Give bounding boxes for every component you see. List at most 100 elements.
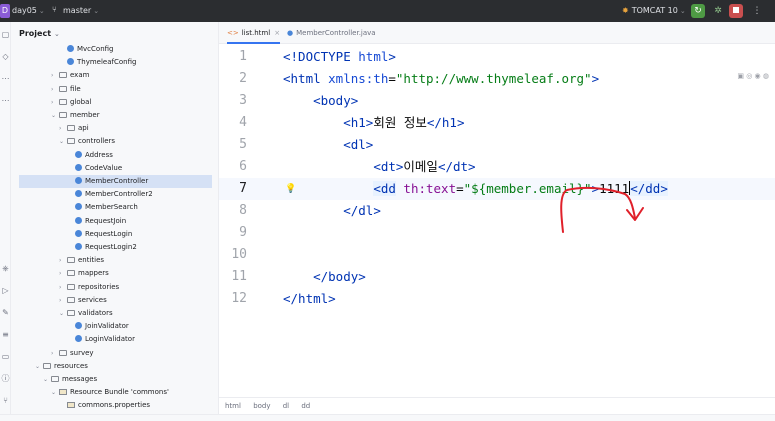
tree-item-label: Address	[85, 150, 113, 159]
vcs-branch[interactable]: master ⌄	[63, 6, 99, 15]
line-number[interactable]: 4	[219, 112, 247, 134]
stop-button[interactable]	[729, 4, 743, 18]
chevron-icon[interactable]: ›	[59, 254, 67, 267]
tree-item[interactable]: MvcConfig	[19, 43, 212, 56]
code-editor[interactable]: 1 2 3 4 5 6 7 8 9 10 11 12 💡 <!DOCTYPE html> <html …	[219, 44, 775, 397]
line-number[interactable]: 1	[219, 46, 247, 68]
more-actions-button[interactable]: ⋮	[750, 4, 764, 18]
line-number[interactable]: 7	[219, 178, 247, 200]
chevron-icon[interactable]: ⌄	[51, 386, 59, 399]
chevron-icon[interactable]: ⌄	[59, 135, 67, 148]
code-line-6[interactable]: <dt>이메일</dt>	[283, 156, 475, 178]
project-badge[interactable]: D	[0, 4, 10, 18]
layers-tool-icon[interactable]: ≡	[1, 330, 10, 339]
chevron-icon[interactable]: ›	[51, 69, 59, 82]
tree-item[interactable]: Address	[19, 149, 212, 162]
tree-item[interactable]: ⌄ member	[19, 109, 212, 122]
folder-icon	[67, 310, 75, 316]
structure-tool-icon[interactable]: ⋯	[1, 74, 10, 83]
code-line-1[interactable]: <!DOCTYPE html>	[283, 46, 396, 68]
code-line-5[interactable]: <dl>	[283, 134, 373, 156]
project-panel-title[interactable]: Project ⌄	[19, 29, 60, 38]
chevron-icon[interactable]: ⌄	[59, 307, 67, 320]
tree-item[interactable]: ⌄ messages	[19, 373, 212, 386]
tree-item[interactable]: › services	[19, 294, 212, 307]
breadcrumb: html body dl dd	[219, 397, 775, 414]
chevron-icon[interactable]: ›	[51, 347, 59, 360]
browser-preview-icons[interactable]: ▣ ◎ ◉ ◍	[737, 72, 769, 80]
code-line-7[interactable]: <dd th:text="${member.email}">1111</dd>	[283, 178, 668, 200]
chevron-icon[interactable]: ⌄	[35, 360, 43, 373]
code-line-11[interactable]: </body>	[283, 266, 366, 288]
tree-item[interactable]: RequestJoin	[19, 215, 212, 228]
line-number[interactable]: 9	[219, 222, 247, 244]
tree-item[interactable]: ThymeleafConfig	[19, 56, 212, 69]
tab-member-controller[interactable]: ● MemberController.java	[287, 22, 376, 44]
tree-item[interactable]: › repositories	[19, 281, 212, 294]
chevron-icon[interactable]: ›	[51, 83, 59, 96]
chevron-icon[interactable]: ›	[59, 267, 67, 280]
line-number[interactable]: 10	[219, 244, 247, 266]
resource-icon	[59, 389, 67, 396]
tree-item[interactable]: LoginValidator	[19, 333, 212, 346]
chevron-icon[interactable]: ›	[59, 294, 67, 307]
tree-item[interactable]: › api	[19, 122, 212, 135]
line-number[interactable]: 3	[219, 90, 247, 112]
tree-item[interactable]: RequestLogin2	[19, 241, 212, 254]
tree-item[interactable]: › exam	[19, 69, 212, 82]
tree-item[interactable]: ⌄ controllers	[19, 135, 212, 148]
tree-item[interactable]: ⌄ Resource Bundle 'commons'	[19, 386, 212, 399]
line-number[interactable]: 12	[219, 288, 247, 310]
run-config-selector[interactable]: ✸ TOMCAT 10 ⌄	[622, 6, 686, 15]
more-tools-icon[interactable]: ⋯	[1, 96, 10, 105]
tree-item[interactable]: RequestLogin	[19, 228, 212, 241]
rerun-button[interactable]: ↻	[691, 4, 705, 18]
chevron-icon[interactable]: ›	[59, 122, 67, 135]
tree-item[interactable]: › file	[19, 83, 212, 96]
folder-icon	[59, 98, 67, 105]
code-line-2[interactable]: <html xmlns:th="http://www.thymeleaf.org…	[283, 68, 599, 90]
line-number[interactable]: 6	[219, 156, 247, 178]
breadcrumb-body[interactable]: body	[253, 402, 270, 410]
tree-item[interactable]: ⌄ resources	[19, 360, 212, 373]
tree-item[interactable]: ⌄ validators	[19, 307, 212, 320]
breadcrumb-html[interactable]: html	[225, 402, 241, 410]
folder-icon	[59, 112, 67, 118]
code-line-12[interactable]: </html>	[283, 288, 336, 310]
code-line-8[interactable]: </dl>	[283, 200, 381, 222]
line-number[interactable]: 11	[219, 266, 247, 288]
problems-tool-icon[interactable]: ⓘ	[1, 374, 10, 383]
services-tool-icon[interactable]: ⎈	[1, 264, 10, 273]
git-tool-icon[interactable]: ⑂	[1, 396, 10, 405]
code-line-4[interactable]: <h1>회원 정보</h1>	[283, 112, 464, 134]
tree-item[interactable]: MemberController2	[19, 188, 212, 201]
line-number[interactable]: 8	[219, 200, 247, 222]
line-number[interactable]: 5	[219, 134, 247, 156]
chevron-icon[interactable]: ›	[59, 281, 67, 294]
breadcrumb-dl[interactable]: dl	[283, 402, 289, 410]
chevron-icon[interactable]: ⌄	[51, 109, 59, 122]
chevron-icon[interactable]: ⌄	[43, 373, 51, 386]
breadcrumb-dd[interactable]: dd	[301, 402, 310, 410]
code-line-3[interactable]: <body>	[283, 90, 358, 112]
tree-item[interactable]: › survey	[19, 347, 212, 360]
chevron-icon[interactable]: ›	[51, 96, 59, 109]
tree-item[interactable]: JoinValidator	[19, 320, 212, 333]
terminal-tool-icon[interactable]: ▭	[1, 352, 10, 361]
build-tool-icon[interactable]: ✎	[1, 308, 10, 317]
commit-tool-icon[interactable]: ◇	[1, 52, 10, 61]
tab-list-html[interactable]: <> list.html ×	[227, 22, 281, 44]
tree-item[interactable]: CodeValue	[19, 162, 212, 175]
tree-item[interactable]: › entities	[19, 254, 212, 267]
project-tool-icon[interactable]: ▢	[1, 30, 10, 39]
tree-item[interactable]: commons.properties	[19, 399, 212, 412]
run-tool-icon[interactable]: ▷	[1, 286, 10, 295]
tree-item[interactable]: MemberController	[19, 175, 212, 188]
line-number[interactable]: 2	[219, 68, 247, 90]
tree-item[interactable]: › global	[19, 96, 212, 109]
debug-button[interactable]: ✲	[711, 4, 725, 18]
tree-item[interactable]: › mappers	[19, 267, 212, 280]
project-name[interactable]: day05 ⌄	[12, 6, 45, 15]
close-icon[interactable]: ×	[274, 29, 280, 37]
tree-item[interactable]: MemberSearch	[19, 201, 212, 214]
